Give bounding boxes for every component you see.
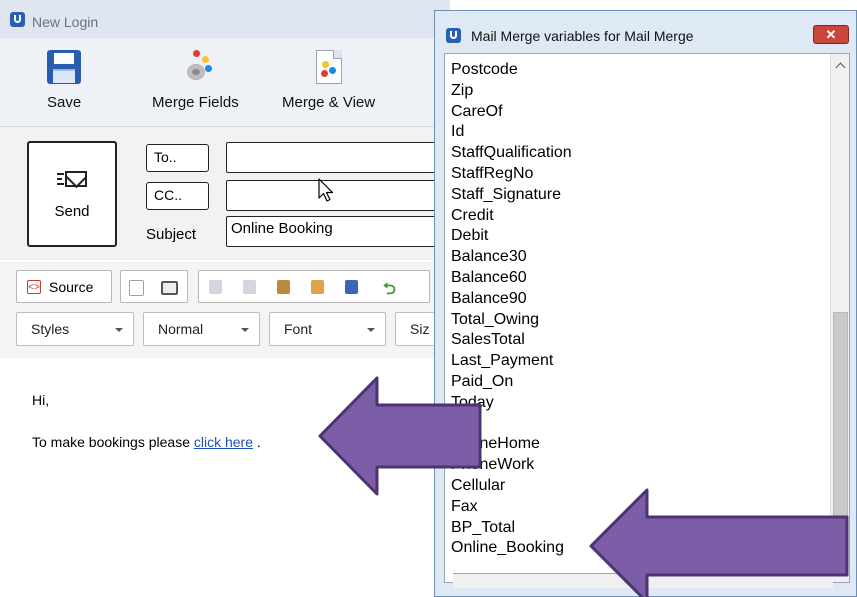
cc-field[interactable] bbox=[226, 180, 456, 211]
mouse-pointer-icon bbox=[318, 178, 334, 202]
new-page-icon[interactable] bbox=[129, 280, 144, 296]
undo-icon[interactable]: ⮌ bbox=[383, 278, 396, 305]
variable-item[interactable]: Fax bbox=[451, 497, 572, 518]
to-field[interactable] bbox=[226, 142, 456, 173]
chevron-down-icon bbox=[115, 328, 123, 332]
body-line-prefix: To make bookings please bbox=[32, 434, 194, 450]
variable-item[interactable]: Credit bbox=[451, 206, 572, 227]
variable-item[interactable]: Postcode bbox=[451, 60, 572, 81]
format-dropdown[interactable]: Normal bbox=[143, 312, 260, 346]
send-button[interactable]: Send bbox=[27, 141, 117, 247]
size-label: Siz bbox=[410, 321, 430, 337]
body-line-suffix: . bbox=[253, 434, 261, 450]
styles-label: Styles bbox=[31, 321, 70, 337]
body-text: To make bookings please click here . bbox=[32, 434, 261, 450]
app-shield-icon bbox=[446, 28, 461, 43]
source-button[interactable]: <> Source bbox=[16, 270, 112, 303]
app-shield-icon bbox=[10, 12, 25, 27]
print-icon[interactable] bbox=[161, 281, 178, 295]
left-arrow-annotation-icon bbox=[589, 488, 849, 597]
subject-label: Subject bbox=[146, 226, 197, 243]
body-greeting: Hi, bbox=[32, 392, 50, 408]
variable-item[interactable]: BP_Total bbox=[451, 518, 572, 539]
clipboard-toolbar-group: ⮌ bbox=[198, 270, 430, 303]
source-label: Source bbox=[49, 279, 94, 295]
variable-item[interactable]: SalesTotal bbox=[451, 330, 572, 351]
variable-item[interactable]: Id bbox=[451, 122, 572, 143]
variable-item[interactable]: CareOf bbox=[451, 102, 572, 123]
paste-word-icon[interactable] bbox=[345, 280, 358, 294]
chevron-down-icon bbox=[367, 328, 375, 332]
font-dropdown[interactable]: Font bbox=[269, 312, 386, 346]
format-label: Normal bbox=[158, 321, 204, 337]
scroll-up-icon[interactable] bbox=[831, 58, 849, 72]
variable-item[interactable]: Staff_Signature bbox=[451, 185, 572, 206]
click-here-link[interactable]: click here bbox=[194, 434, 253, 450]
close-button[interactable]: ✕ bbox=[813, 25, 849, 44]
save-label: Save bbox=[47, 94, 82, 111]
main-toolbar: Save Merge Fields Merge & View bbox=[0, 38, 450, 127]
document-toolbar-group bbox=[120, 270, 188, 303]
main-titlebar: New Login bbox=[0, 0, 450, 38]
variable-item[interactable]: Zip bbox=[451, 81, 572, 102]
window-title: New Login bbox=[32, 14, 99, 30]
font-label: Font bbox=[284, 321, 313, 337]
variable-item[interactable]: Debit bbox=[451, 226, 572, 247]
variable-item[interactable]: Last_Payment bbox=[451, 351, 572, 372]
variable-item[interactable]: Total_Owing bbox=[451, 310, 572, 331]
save-button[interactable]: Save bbox=[47, 50, 81, 111]
merge-view-label: Merge & View bbox=[282, 94, 376, 111]
source-code-icon: <> bbox=[27, 280, 41, 294]
copy-icon[interactable] bbox=[243, 280, 256, 294]
merge-fields-label: Merge Fields bbox=[152, 94, 239, 111]
left-arrow-annotation-icon bbox=[318, 376, 482, 496]
variable-item[interactable]: Balance60 bbox=[451, 268, 572, 289]
merge-view-button[interactable]: Merge & View bbox=[282, 50, 375, 111]
document-merge-icon bbox=[315, 50, 342, 84]
paste-text-icon[interactable] bbox=[311, 280, 324, 294]
dialog-title: Mail Merge variables for Mail Merge bbox=[471, 28, 694, 44]
variable-item[interactable]: Online_Booking bbox=[451, 538, 572, 559]
variable-item[interactable]: Balance90 bbox=[451, 289, 572, 310]
cc-button[interactable]: CC.. bbox=[146, 182, 209, 210]
arrow-shape bbox=[589, 488, 849, 597]
arrow-shape bbox=[318, 376, 482, 496]
merge-fields-icon bbox=[178, 50, 213, 84]
send-label: Send bbox=[54, 202, 90, 220]
variable-item[interactable]: StaffQualification bbox=[451, 143, 572, 164]
main-window: New Login Save Merge Fields Merge & View bbox=[0, 0, 456, 597]
chevron-down-icon bbox=[241, 328, 249, 332]
send-envelope-icon bbox=[57, 169, 87, 191]
subject-field[interactable]: Online Booking bbox=[226, 216, 456, 247]
merge-fields-button[interactable]: Merge Fields bbox=[152, 50, 239, 111]
floppy-disk-icon bbox=[47, 50, 82, 84]
variable-item[interactable]: Balance30 bbox=[451, 247, 572, 268]
cut-icon[interactable] bbox=[209, 280, 222, 294]
to-button[interactable]: To.. bbox=[146, 144, 209, 172]
paste-icon[interactable] bbox=[277, 280, 290, 294]
variable-item[interactable]: StaffRegNo bbox=[451, 164, 572, 185]
styles-dropdown[interactable]: Styles bbox=[16, 312, 134, 346]
